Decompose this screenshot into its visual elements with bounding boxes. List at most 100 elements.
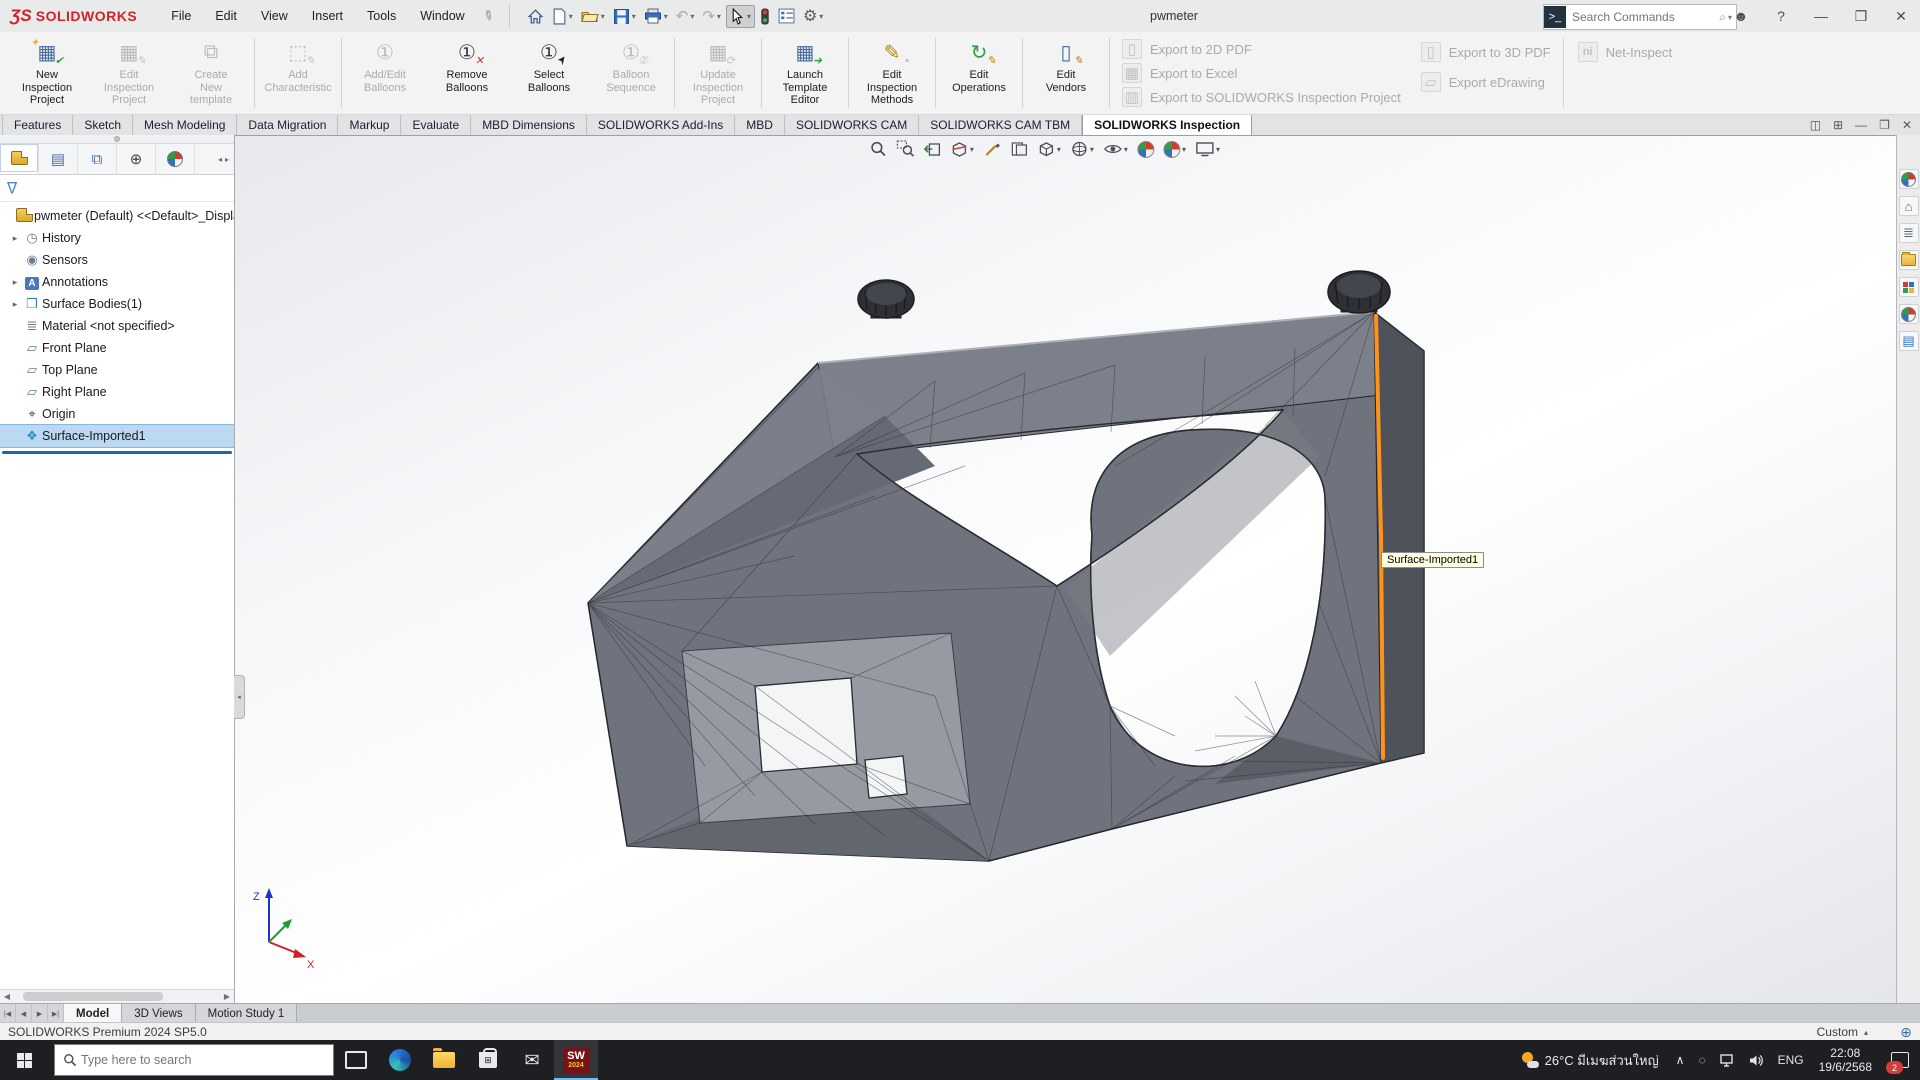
edge-browser-icon[interactable] bbox=[378, 1040, 422, 1080]
account-icon[interactable]: ☻ bbox=[1728, 8, 1754, 24]
filter-funnel-icon[interactable]: ∇ bbox=[7, 179, 17, 198]
featuremanager-tree-tab[interactable] bbox=[0, 144, 39, 174]
menu-edit[interactable]: Edit bbox=[203, 0, 249, 32]
menu-window[interactable]: Window bbox=[408, 0, 476, 32]
taskbar-search-input[interactable] bbox=[77, 1053, 333, 1067]
select-balloons-button[interactable]: ①➤ Select Balloons bbox=[508, 32, 590, 114]
section-view-icon[interactable]: ▾ bbox=[950, 140, 974, 158]
panel-grip[interactable] bbox=[0, 135, 234, 144]
tab-mbd[interactable]: MBD bbox=[735, 115, 785, 135]
annotation-views-icon[interactable] bbox=[983, 140, 1001, 158]
pin-menu-icon[interactable]: ✎ bbox=[480, 6, 499, 25]
tab-markup[interactable]: Markup bbox=[338, 115, 401, 135]
panel-splitter-handle[interactable]: ◂ bbox=[234, 675, 245, 719]
export-edrawing-button[interactable]: ▱ Export eDrawing bbox=[1421, 72, 1551, 92]
tree-item-surface-bodies[interactable]: ▸ ❒ Surface Bodies(1) bbox=[0, 293, 234, 315]
export-2d-pdf-button[interactable]: ▯ Export to 2D PDF bbox=[1122, 39, 1401, 59]
3d-views-tab[interactable]: 3D Views bbox=[122, 1004, 195, 1023]
hide-show-items-icon[interactable]: ▾ bbox=[1103, 140, 1128, 158]
start-button[interactable] bbox=[0, 1040, 48, 1080]
tab-features[interactable]: Features bbox=[2, 115, 73, 135]
tree-item-origin[interactable]: ⌖ Origin bbox=[0, 403, 234, 425]
display-manager-tab[interactable] bbox=[156, 144, 195, 174]
panel-horizontal-scrollbar[interactable]: ◀ ▶ bbox=[0, 989, 234, 1003]
export-excel-button[interactable]: ▦ Export to Excel bbox=[1122, 63, 1401, 83]
add-characteristic-button[interactable]: ⬚✎ Add Characteristic bbox=[257, 32, 339, 114]
zoom-fit-icon[interactable] bbox=[869, 140, 887, 158]
tab-scroll-left-icon[interactable]: ◀ bbox=[16, 1004, 32, 1023]
rebuild-traffic-light-icon[interactable] bbox=[757, 6, 773, 27]
scroll-right-icon[interactable]: ▶ bbox=[220, 992, 234, 1001]
tab-solidworks-cam-tbm[interactable]: SOLIDWORKS CAM TBM bbox=[919, 115, 1082, 135]
undo-button[interactable]: ↶▾ bbox=[673, 5, 698, 27]
add-edit-balloons-button[interactable]: ① Add/Edit Balloons bbox=[344, 32, 426, 114]
file-explorer-icon[interactable] bbox=[1899, 250, 1919, 270]
help-icon[interactable]: ? bbox=[1768, 8, 1794, 24]
tab-data-migration[interactable]: Data Migration bbox=[237, 115, 338, 135]
search-icon[interactable]: ⌕ bbox=[1719, 10, 1726, 25]
3d-drawing-view-icon[interactable] bbox=[1010, 140, 1028, 158]
weather-widget[interactable]: 26°C มีเมฆส่วนใหญ่ bbox=[1512, 1050, 1669, 1071]
view-orientation-icon[interactable]: ▾ bbox=[1037, 140, 1061, 158]
launch-template-editor-button[interactable]: ▦➜ Launch Template Editor bbox=[764, 32, 846, 114]
tray-expand-chevron-icon[interactable]: ∧ bbox=[1669, 1053, 1692, 1067]
microsoft-store-icon[interactable]: ⊞ bbox=[466, 1040, 510, 1080]
export-3d-pdf-button[interactable]: ▯ Export to 3D PDF bbox=[1421, 42, 1551, 62]
scrollbar-thumb[interactable] bbox=[23, 992, 163, 1001]
custom-properties-icon[interactable]: ▤ bbox=[1899, 331, 1919, 351]
mail-icon[interactable]: ✉ bbox=[510, 1040, 554, 1080]
tree-item-surface-imported1[interactable]: ❖ Surface-Imported1 bbox=[0, 425, 234, 447]
select-tool-button[interactable]: ▾ bbox=[726, 5, 755, 28]
dimxpert-manager-tab[interactable]: ⊕ bbox=[117, 144, 156, 174]
previous-view-icon[interactable] bbox=[923, 140, 941, 158]
export-sw-inspection-button[interactable]: ▥ Export to SOLIDWORKS Inspection Projec… bbox=[1122, 87, 1401, 107]
volume-icon[interactable] bbox=[1742, 1054, 1771, 1067]
tile-vertical-icon[interactable]: ⊞ bbox=[1833, 118, 1843, 132]
redo-button[interactable]: ↷▾ bbox=[699, 5, 724, 27]
appearances-icon[interactable] bbox=[1899, 304, 1919, 324]
new-inspection-project-button[interactable]: ▦✔✦ New Inspection Project bbox=[6, 32, 88, 114]
home-icon[interactable]: ⌂ bbox=[1899, 196, 1919, 216]
tree-item-history[interactable]: ▸ ◷ History bbox=[0, 227, 234, 249]
edit-inspection-methods-button[interactable]: ✎◦ Edit Inspection Methods bbox=[851, 32, 933, 114]
doc-restore-button[interactable]: ❐ bbox=[1879, 118, 1890, 132]
options-list-button[interactable] bbox=[775, 6, 798, 26]
restore-button[interactable]: ❐ bbox=[1848, 8, 1874, 25]
focus-assist-icon[interactable]: ◌ bbox=[1691, 1053, 1712, 1067]
tree-root[interactable]: pwmeter (Default) <<Default>_Displa bbox=[0, 205, 234, 227]
open-button[interactable]: ▾ bbox=[578, 6, 608, 26]
tab-solidworks-addins[interactable]: SOLIDWORKS Add-Ins bbox=[587, 115, 735, 135]
3d-model-canvas[interactable]: Z X bbox=[235, 136, 1896, 1003]
task-view-button[interactable] bbox=[334, 1040, 378, 1080]
taskbar-search[interactable] bbox=[54, 1044, 334, 1076]
tree-item-annotations[interactable]: ▸ A Annotations bbox=[0, 271, 234, 293]
net-inspect-button[interactable]: ni Net-Inspect bbox=[1578, 42, 1672, 62]
doc-close-button[interactable]: ✕ bbox=[1902, 118, 1912, 132]
menu-file[interactable]: File bbox=[159, 0, 203, 32]
tree-item-right-plane[interactable]: ▱ Right Plane bbox=[0, 381, 234, 403]
units-globe-icon[interactable]: ⊕ bbox=[1900, 1024, 1912, 1041]
edit-inspection-project-button[interactable]: ▦✎ Edit Inspection Project bbox=[88, 32, 170, 114]
view-settings-icon[interactable]: ▾ bbox=[1195, 140, 1220, 158]
tab-mesh-modeling[interactable]: Mesh Modeling bbox=[133, 115, 237, 135]
zoom-area-icon[interactable] bbox=[896, 140, 914, 158]
tab-solidworks-cam[interactable]: SOLIDWORKS CAM bbox=[785, 115, 919, 135]
graphics-viewport[interactable]: ▾ ▾ ▾ ▾ ▾ ▾ bbox=[235, 135, 1896, 1003]
motion-study-tab[interactable]: Motion Study 1 bbox=[196, 1004, 298, 1023]
close-button[interactable]: ✕ bbox=[1888, 8, 1914, 25]
expand-caret-icon[interactable]: ▸ bbox=[8, 299, 22, 310]
design-library-icon[interactable]: ≣ bbox=[1899, 223, 1919, 243]
home-button[interactable] bbox=[524, 6, 547, 27]
display-style-icon[interactable]: ▾ bbox=[1070, 140, 1094, 158]
status-custom-dropdown[interactable]: Custom▴ bbox=[1817, 1025, 1868, 1039]
create-new-template-button[interactable]: ⧉ Create New template bbox=[170, 32, 252, 114]
tile-horizontal-icon[interactable]: ◫ bbox=[1810, 118, 1821, 132]
command-search-input[interactable] bbox=[1566, 10, 1719, 24]
tab-sketch[interactable]: Sketch bbox=[73, 115, 133, 135]
view-palette-icon[interactable] bbox=[1899, 277, 1919, 297]
tab-mbd-dimensions[interactable]: MBD Dimensions bbox=[471, 115, 587, 135]
edit-appearance-icon[interactable] bbox=[1137, 141, 1154, 158]
language-indicator[interactable]: ENG bbox=[1771, 1053, 1811, 1067]
update-inspection-project-button[interactable]: ▦⟳ Update Inspection Project bbox=[677, 32, 759, 114]
configuration-manager-tab[interactable]: ⧉ bbox=[78, 144, 117, 174]
